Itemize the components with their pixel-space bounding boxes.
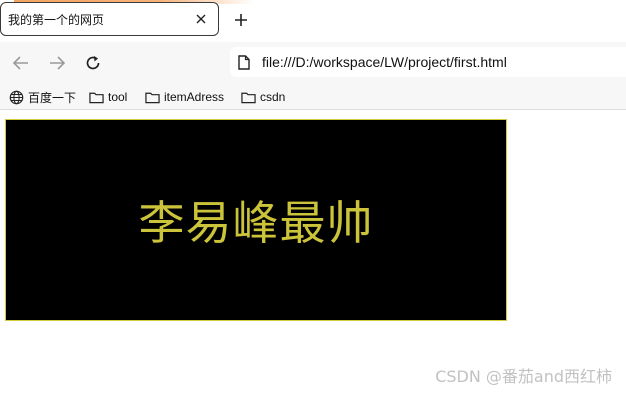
bookmark-baidu[interactable]: 百度一下 [9, 88, 76, 106]
folder-icon [145, 92, 160, 103]
bookmark-label: 百度一下 [28, 90, 77, 105]
arrow-right-icon[interactable] [45, 51, 69, 75]
browser-tab[interactable]: 我的第一个的网页 [0, 2, 219, 36]
url-text[interactable]: file:///D:/workspace/LW/project/first.ht… [262, 54, 507, 70]
page-headline: 李易峰最帅 [138, 196, 374, 250]
arrow-left-icon[interactable] [9, 51, 33, 75]
bookmark-tool[interactable]: tool [89, 88, 127, 106]
headline-box: 李易峰最帅 [5, 119, 507, 321]
tab-strip: 我的第一个的网页 [0, 0, 626, 42]
bookmark-itemadress[interactable]: itemAdress [145, 88, 224, 106]
watermark: CSDN @番茄and西红柿 [435, 367, 612, 386]
bookmark-label: tool [108, 90, 128, 104]
close-icon[interactable] [192, 10, 210, 28]
folder-icon [241, 92, 256, 103]
bookmarks-bar: 百度一下 tool itemAdress csdn [0, 84, 626, 110]
plus-icon[interactable] [230, 9, 252, 31]
folder-icon [89, 92, 104, 103]
page-content: 李易峰最帅 [0, 110, 626, 395]
tab-title: 我的第一个的网页 [8, 12, 105, 27]
reload-icon[interactable] [81, 51, 105, 75]
bookmark-label: csdn [260, 90, 286, 104]
bookmark-label: itemAdress [164, 90, 225, 104]
file-icon [238, 55, 250, 74]
globe-icon [9, 90, 24, 104]
address-bar[interactable]: file:///D:/workspace/LW/project/first.ht… [230, 47, 626, 77]
browser-toolbar: file:///D:/workspace/LW/project/first.ht… [0, 42, 626, 84]
bookmark-csdn[interactable]: csdn [241, 88, 285, 106]
